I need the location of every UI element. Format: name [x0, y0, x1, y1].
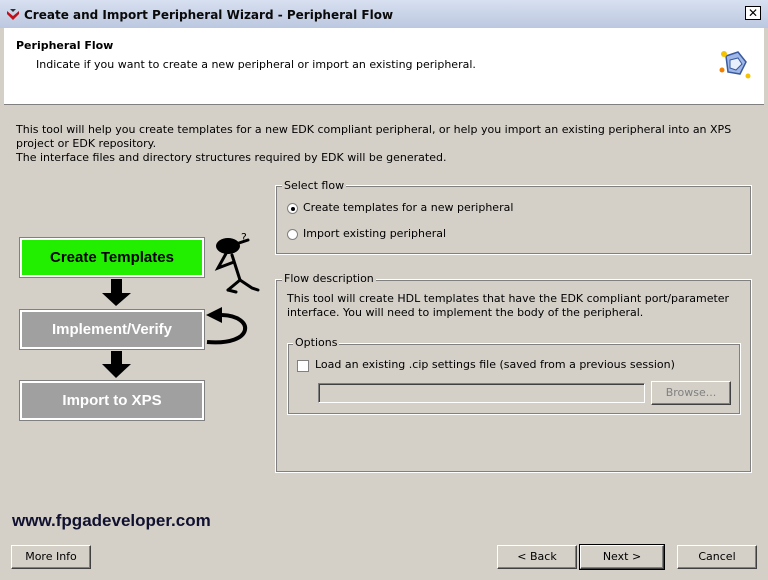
- window-title: Create and Import Peripheral Wizard - Pe…: [24, 8, 394, 22]
- radio-create-templates[interactable]: [287, 203, 298, 214]
- radio-create-templates-label[interactable]: Create templates for a new peripheral: [303, 201, 513, 214]
- arrow-down-icon: [102, 279, 131, 306]
- radio-import-existing-label[interactable]: Import existing peripheral: [303, 227, 446, 240]
- browse-button[interactable]: Browse...: [651, 381, 731, 405]
- cancel-button[interactable]: Cancel: [677, 545, 757, 569]
- diagram-step-create: Create Templates: [20, 238, 204, 277]
- next-button[interactable]: Next >: [579, 544, 665, 570]
- flow-description-legend: Flow description: [282, 272, 376, 285]
- intro-line-1: This tool will help you create templates…: [16, 123, 732, 150]
- svg-text:?: ?: [241, 231, 247, 244]
- radio-import-existing[interactable]: [287, 229, 298, 240]
- xilinx-icon: [7, 9, 19, 20]
- cip-path-input[interactable]: [318, 383, 645, 403]
- select-flow-legend: Select flow: [282, 179, 347, 192]
- flow-description-text: This tool will create HDL templates that…: [287, 292, 730, 319]
- more-info-button[interactable]: More Info: [11, 545, 91, 569]
- options-legend: Options: [293, 336, 340, 349]
- page-title: Peripheral Flow: [16, 39, 114, 52]
- intro-line-2: The interface files and directory struct…: [16, 151, 447, 164]
- diagram-step-import: Import to XPS: [20, 381, 204, 420]
- load-cip-checkbox[interactable]: [297, 360, 309, 372]
- page-subtitle: Indicate if you want to create a new per…: [36, 58, 476, 71]
- load-cip-label[interactable]: Load an existing .cip settings file (sav…: [315, 358, 675, 371]
- loop-arrow-icon: [206, 307, 248, 345]
- thinking-figure-icon: ?: [214, 231, 260, 294]
- select-flow-group: [275, 185, 752, 255]
- close-button[interactable]: ✕: [745, 6, 761, 20]
- puzzle-wizard-icon: [719, 51, 751, 79]
- watermark-text: www.fpgadeveloper.com: [12, 511, 211, 530]
- diagram-step-implement: Implement/Verify: [20, 310, 204, 349]
- arrow-down-icon: [102, 351, 131, 378]
- back-button[interactable]: < Back: [497, 545, 577, 569]
- intro-text: This tool will help you create templates…: [16, 123, 756, 165]
